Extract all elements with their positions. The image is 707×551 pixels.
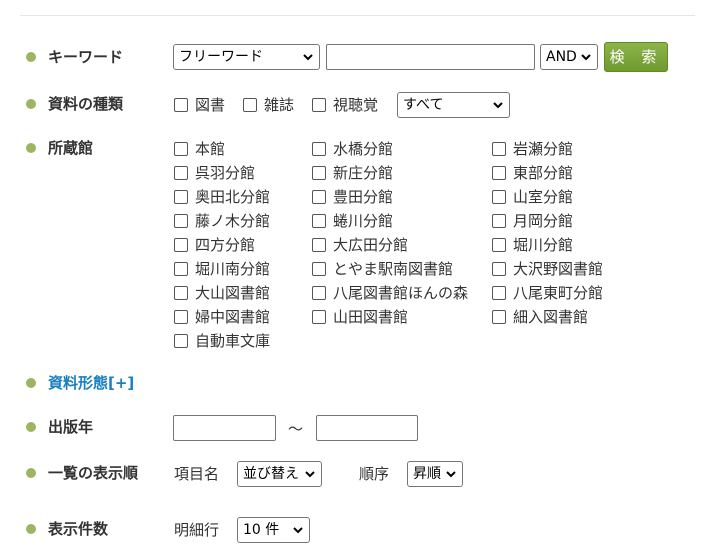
checkbox-library-label: 八尾図書館ほんの森 [333, 284, 469, 302]
checkbox-library-label: 細入図書館 [513, 308, 589, 326]
checkbox-label: 視聴覚 [333, 96, 379, 114]
checkbox-library-label: 呉羽分館 [195, 164, 256, 182]
sort-order-label: 順序 [359, 465, 390, 483]
checkbox-material-magazine[interactable] [243, 98, 257, 112]
format-toggle-link[interactable]: 資料形態[+] [48, 372, 134, 393]
count-select-value: 10 件 [243, 522, 280, 538]
checkbox-library-label: 大山図書館 [195, 284, 271, 302]
checkbox-library-label: 山室分館 [513, 188, 574, 206]
pub-year-to-input[interactable] [316, 415, 418, 441]
checkbox-library[interactable] [312, 262, 326, 276]
bullet-icon [26, 524, 36, 534]
checkbox-library[interactable] [174, 262, 188, 276]
library-label: 所蔵館 [48, 139, 94, 157]
checkbox-library-label: 藤ノ木分館 [195, 212, 271, 230]
checkbox-library[interactable] [492, 286, 506, 300]
chevron-down-icon [446, 471, 456, 478]
sort-item-label: 項目名 [174, 465, 220, 483]
pub-year-label: 出版年 [48, 418, 94, 436]
checkbox-library[interactable] [174, 190, 188, 204]
checkbox-library-label: 四方分館 [195, 236, 256, 254]
bullet-icon [26, 468, 36, 478]
checkbox-library[interactable] [174, 286, 188, 300]
checkbox-library-label: 山田図書館 [333, 308, 409, 326]
chevron-down-icon [493, 102, 503, 109]
bullet-icon [26, 422, 36, 432]
pub-year-from-input[interactable] [173, 415, 276, 441]
keyword-input[interactable] [326, 44, 535, 70]
sort-item-select-value: 並び替え [243, 466, 299, 482]
checkbox-library[interactable] [492, 190, 506, 204]
checkbox-library-label: 奥田北分館 [195, 188, 271, 206]
checkbox-library-label: 豊田分館 [333, 188, 394, 206]
count-label: 表示件数 [48, 520, 109, 538]
material-type-select-value: すべて [403, 97, 444, 113]
checkbox-library-label: 新庄分館 [333, 164, 394, 182]
checkbox-label: 雑誌 [264, 96, 295, 114]
checkbox-library[interactable] [312, 238, 326, 252]
sort-order-select[interactable]: 昇順 [407, 461, 463, 487]
checkbox-library[interactable] [492, 238, 506, 252]
checkbox-library[interactable] [492, 166, 506, 180]
checkbox-library[interactable] [312, 310, 326, 324]
checkbox-material-av[interactable] [312, 98, 326, 112]
search-button[interactable]: 検 索 [604, 42, 668, 72]
checkbox-library[interactable] [312, 142, 326, 156]
checkbox-library[interactable] [312, 214, 326, 228]
keyword-operator-select[interactable]: AND [540, 44, 598, 70]
checkbox-library-label: とやま駅南図書館 [333, 260, 454, 278]
chevron-down-icon [305, 471, 315, 478]
checkbox-library[interactable] [312, 166, 326, 180]
top-divider [20, 15, 695, 16]
chevron-down-icon [293, 527, 303, 534]
checkbox-library-label: 月岡分館 [513, 212, 574, 230]
bullet-icon [26, 99, 36, 109]
checkbox-library-label: 堀川分館 [513, 236, 574, 254]
checkbox-library-label: 蜷川分館 [333, 212, 394, 230]
count-detail-label: 明細行 [174, 521, 220, 539]
checkbox-library-label: 東部分館 [513, 164, 574, 182]
chevron-down-icon [303, 54, 313, 61]
material-type-select[interactable]: すべて [397, 92, 510, 118]
checkbox-library[interactable] [174, 166, 188, 180]
checkbox-library-label: 岩瀬分館 [513, 140, 574, 158]
checkbox-library-label: 婦中図書館 [195, 308, 271, 326]
keyword-label: キーワード [48, 48, 124, 66]
checkbox-library[interactable] [492, 310, 506, 324]
checkbox-library-label: 水橋分館 [333, 140, 394, 158]
checkbox-library[interactable] [174, 334, 188, 348]
checkbox-library[interactable] [312, 286, 326, 300]
checkbox-label: 図書 [195, 96, 226, 114]
checkbox-library[interactable] [174, 142, 188, 156]
checkbox-library-label: 大広田分館 [333, 236, 409, 254]
checkbox-library-label: 自動車文庫 [195, 332, 271, 350]
checkbox-library[interactable] [312, 190, 326, 204]
sort-item-select[interactable]: 並び替え [237, 461, 322, 487]
checkbox-library-label: 大沢野図書館 [513, 260, 604, 278]
checkbox-library[interactable] [174, 214, 188, 228]
checkbox-library-label: 堀川南分館 [195, 260, 271, 278]
checkbox-library[interactable] [492, 262, 506, 276]
sort-order-select-value: 昇順 [413, 466, 441, 482]
keyword-field-select-value: フリーワード [179, 49, 263, 65]
range-tilde: ～ [288, 420, 304, 438]
checkbox-library[interactable] [492, 214, 506, 228]
bullet-icon [26, 143, 36, 153]
checkbox-library[interactable] [174, 238, 188, 252]
material-type-label: 資料の種類 [48, 95, 124, 113]
bullet-icon [26, 52, 36, 62]
keyword-operator-value: AND [546, 49, 577, 65]
checkbox-library-label: 本館 [195, 140, 226, 158]
bullet-icon [26, 378, 36, 388]
checkbox-material-book[interactable] [174, 98, 188, 112]
checkbox-library[interactable] [174, 310, 188, 324]
count-select[interactable]: 10 件 [237, 517, 310, 543]
sort-label: 一覧の表示順 [48, 464, 139, 482]
keyword-field-select[interactable]: フリーワード [173, 44, 320, 70]
checkbox-library[interactable] [492, 142, 506, 156]
checkbox-library-label: 八尾東町分館 [513, 284, 604, 302]
chevron-down-icon [581, 54, 591, 61]
